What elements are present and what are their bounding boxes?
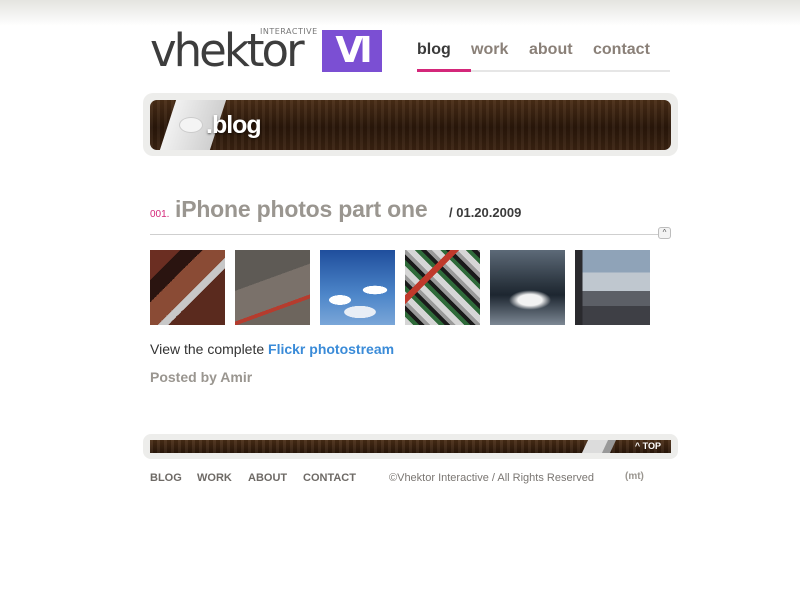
main-nav: blog work about contact [417,40,670,72]
post-body: View the complete Flickr photostream [150,341,394,357]
photo-thumbnail[interactable] [150,250,225,325]
footer-nav-about[interactable]: ABOUT [248,472,287,484]
footer-bar: ^ TOP [150,440,671,453]
post-header: 001. iPhone photos part one / 01.20.2009 [150,196,671,226]
flickr-link[interactable]: Flickr photostream [268,341,394,357]
nav-active-indicator [417,69,471,72]
post-title[interactable]: iPhone photos part one [175,196,428,223]
back-to-top-link[interactable]: ^ TOP [635,440,661,453]
photo-thumbnail[interactable] [235,250,310,325]
nav-blog[interactable]: blog [417,40,451,60]
photo-thumbnail[interactable] [575,250,650,325]
footer-nav-work[interactable]: WORK [197,472,232,484]
post-divider [150,234,671,235]
speech-bubble-icon [180,118,202,132]
photo-thumbnail[interactable] [320,250,395,325]
section-banner: .blog [150,100,671,150]
photo-thumbnail[interactable] [405,250,480,325]
post-date-value: 01.20.2009 [456,205,522,220]
post-date: / 01.20.2009 [449,205,521,220]
banner-title: .blog [206,111,262,139]
top-shade [0,0,800,26]
logo-mark: VI [322,30,382,72]
footer-nav-contact[interactable]: CONTACT [303,472,356,484]
footer-nav-blog[interactable]: BLOG [150,472,182,484]
logo-tagline: INTERACTIVE [260,27,318,36]
mt-badge[interactable]: (mt) [625,471,644,482]
nav-about[interactable]: about [529,40,573,60]
collapse-icon[interactable]: ^ [658,227,671,239]
nav-contact[interactable]: contact [593,40,650,60]
post-author: Posted by Amir [150,369,253,385]
nav-work[interactable]: work [471,40,508,60]
post-body-text: View the complete [150,341,269,357]
site-logo[interactable]: vhektor INTERACTIVE VI [150,26,385,76]
copyright-text: ©Vhektor Interactive / All Rights Reserv… [389,472,594,484]
post-number: 001. [150,209,170,220]
photo-thumbnail[interactable] [490,250,565,325]
